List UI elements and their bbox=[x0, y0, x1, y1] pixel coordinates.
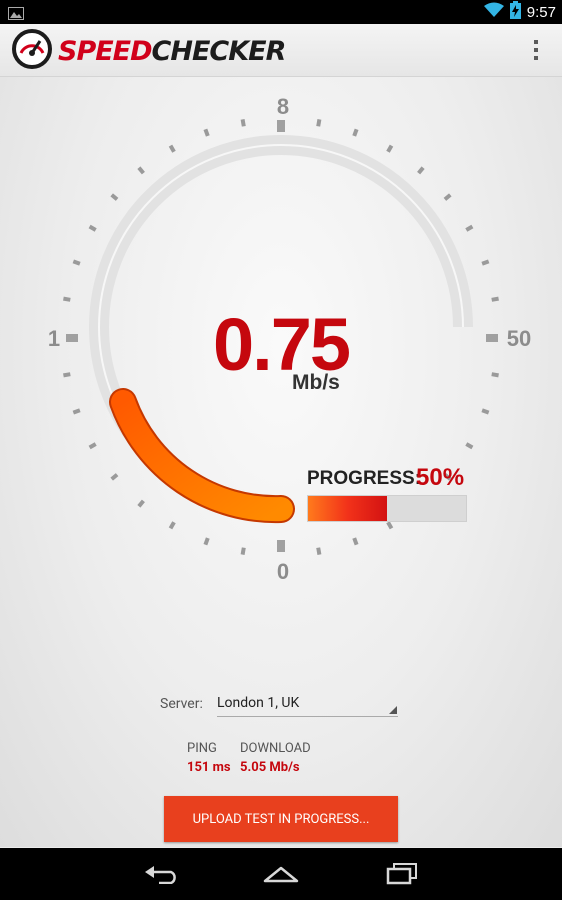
app-logo: SPEEDCHECKER bbox=[12, 29, 287, 73]
app-name: SPEEDCHECKER bbox=[58, 35, 287, 67]
scale-label-top: 8 bbox=[277, 94, 289, 119]
tick-minor bbox=[481, 408, 490, 415]
tick-major-top bbox=[277, 120, 285, 132]
wifi-icon bbox=[483, 2, 504, 22]
speedometer-icon bbox=[12, 29, 52, 73]
logo-checker-text: CHECKER bbox=[151, 35, 287, 67]
tick-minor bbox=[88, 442, 97, 450]
upload-test-button[interactable]: UPLOAD TEST IN PROGRESS... bbox=[164, 796, 398, 842]
tick-minor bbox=[465, 224, 474, 232]
ping-stat: PING 151 ms bbox=[187, 741, 231, 775]
tick-minor bbox=[352, 128, 359, 137]
server-select[interactable]: London 1, UK bbox=[217, 694, 398, 717]
dropdown-arrow-icon bbox=[389, 706, 397, 714]
status-time: 9:57 bbox=[526, 3, 556, 21]
tick-minor bbox=[168, 521, 176, 530]
tick-minor bbox=[110, 193, 119, 201]
tick-minor bbox=[386, 521, 394, 530]
tick-minor bbox=[72, 259, 81, 266]
tick-major-bottom bbox=[277, 540, 285, 552]
back-icon[interactable] bbox=[122, 848, 202, 900]
server-label: Server: bbox=[160, 696, 203, 712]
recents-icon[interactable] bbox=[362, 848, 442, 900]
home-icon[interactable] bbox=[241, 848, 321, 900]
tick-minor bbox=[88, 224, 97, 232]
progress-percent: 50% bbox=[416, 464, 465, 491]
tick-minor bbox=[417, 166, 425, 175]
tick-minor bbox=[240, 119, 246, 127]
tick-minor bbox=[316, 119, 322, 127]
tick-minor bbox=[168, 144, 176, 153]
ping-label: PING bbox=[187, 741, 217, 756]
ping-value: 151 ms bbox=[187, 760, 231, 775]
progress-label: PROGRESS: bbox=[307, 468, 422, 489]
download-stat: DOWNLOAD 5.05 Mb/s bbox=[240, 741, 311, 775]
tick-minor bbox=[110, 473, 119, 481]
tick-minor bbox=[137, 166, 145, 175]
tick-minor bbox=[443, 193, 452, 201]
scale-label-bottom: 0 bbox=[277, 559, 289, 584]
tick-minor bbox=[386, 144, 394, 153]
main-content: 8 1 50 0 0.75 Mb/s PROGRESS: 50% Server:… bbox=[0, 77, 562, 847]
navigation-bar bbox=[0, 848, 562, 900]
status-bar: 9:57 bbox=[0, 0, 562, 24]
tick-minor bbox=[352, 537, 359, 546]
speed-unit: Mb/s bbox=[292, 371, 340, 394]
logo-speed-text: SPEED bbox=[58, 35, 153, 67]
app-bar: SPEEDCHECKER bbox=[0, 24, 562, 77]
tick-minor bbox=[491, 296, 499, 302]
image-notification-icon bbox=[8, 5, 24, 24]
tick-minor bbox=[240, 547, 246, 555]
tick-minor bbox=[72, 408, 81, 415]
tick-minor bbox=[481, 259, 490, 266]
download-label: DOWNLOAD bbox=[240, 741, 311, 756]
server-selected-value: London 1, UK bbox=[217, 695, 300, 711]
download-value: 5.05 Mb/s bbox=[240, 760, 300, 775]
tick-minor bbox=[203, 128, 210, 137]
server-row: Server: London 1, UK bbox=[160, 694, 398, 717]
battery-charging-icon bbox=[509, 1, 521, 23]
tick-minor bbox=[137, 499, 145, 508]
overflow-menu-icon[interactable] bbox=[528, 38, 544, 62]
speed-value: 0.75 bbox=[212, 303, 351, 386]
tick-minor bbox=[63, 296, 71, 302]
tick-minor bbox=[203, 537, 210, 546]
progress-bar-fill bbox=[308, 496, 387, 521]
progress-bar bbox=[307, 495, 467, 522]
tick-minor bbox=[316, 547, 322, 555]
tick-minor bbox=[465, 442, 474, 450]
